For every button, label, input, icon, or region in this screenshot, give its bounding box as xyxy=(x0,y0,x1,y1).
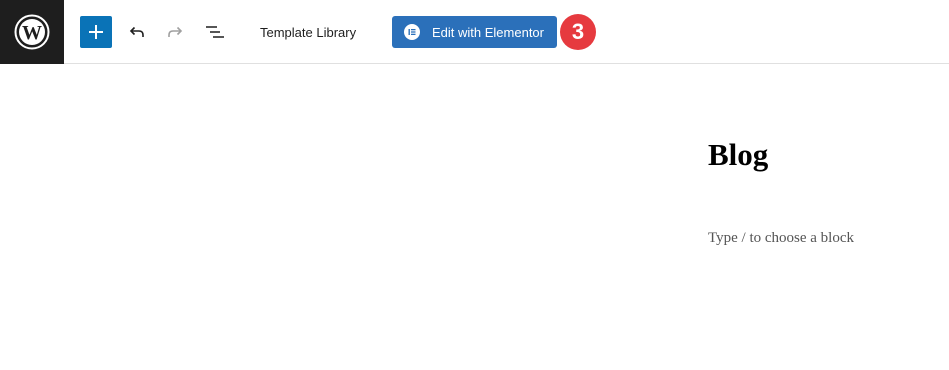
template-library-button[interactable]: Template Library xyxy=(250,16,366,48)
edit-with-elementor-label: Edit with Elementor xyxy=(432,24,544,40)
step-number-badge: 3 xyxy=(560,14,596,50)
add-block-button[interactable] xyxy=(80,16,112,48)
undo-icon xyxy=(129,26,144,37)
elementor-icon xyxy=(404,24,420,40)
plus-icon xyxy=(89,25,103,39)
block-appender-placeholder[interactable]: Type / to choose a block xyxy=(708,228,854,248)
edit-with-elementor-button[interactable]: Edit with Elementor xyxy=(392,16,557,48)
list-view-button[interactable] xyxy=(199,16,231,48)
list-view-icon xyxy=(206,26,224,38)
page-title[interactable]: Blog xyxy=(708,136,768,174)
wordpress-logo-button[interactable]: W xyxy=(0,0,64,64)
wordpress-logo-icon: W xyxy=(14,14,50,50)
svg-text:W: W xyxy=(22,22,42,44)
editor-toolbar: W Template Library Edit with Elementor 3 xyxy=(0,0,949,64)
undo-button[interactable] xyxy=(120,16,152,48)
redo-button[interactable] xyxy=(160,16,192,48)
redo-icon xyxy=(168,26,183,37)
template-library-label: Template Library xyxy=(260,24,357,40)
